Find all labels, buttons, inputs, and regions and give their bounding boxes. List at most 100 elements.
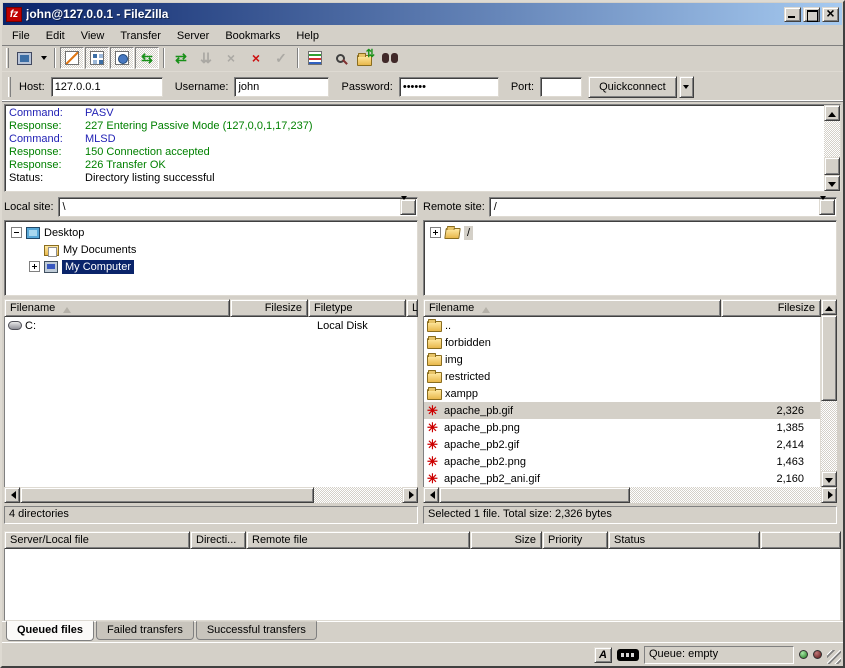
remote-vertical-scrollbar[interactable] bbox=[821, 299, 837, 487]
scroll-track[interactable] bbox=[821, 315, 837, 471]
column-header-priority[interactable]: Priority bbox=[542, 531, 608, 549]
close-button[interactable] bbox=[822, 7, 839, 22]
scroll-left-button[interactable] bbox=[423, 487, 439, 503]
local-horizontal-scrollbar[interactable] bbox=[4, 487, 418, 503]
list-item-folder[interactable]: img bbox=[424, 351, 820, 368]
scroll-up-button[interactable] bbox=[821, 299, 837, 315]
port-input[interactable] bbox=[540, 77, 582, 97]
toggle-transfer-queue-button[interactable]: ⇆ bbox=[135, 47, 159, 69]
menu-transfer[interactable]: Transfer bbox=[112, 28, 169, 44]
combo-dropdown-button[interactable] bbox=[819, 199, 835, 215]
toggle-local-tree-button[interactable] bbox=[85, 47, 109, 69]
desktop-icon bbox=[26, 227, 40, 239]
triangle-left-icon bbox=[426, 491, 435, 499]
scroll-thumb[interactable] bbox=[821, 315, 837, 401]
scroll-down-button[interactable] bbox=[824, 175, 840, 191]
scroll-thumb[interactable] bbox=[824, 157, 840, 175]
remote-site-combobox[interactable]: / bbox=[489, 197, 837, 217]
menu-edit[interactable]: Edit bbox=[38, 28, 73, 44]
column-header-filesize[interactable]: Filesize bbox=[230, 299, 308, 317]
scroll-thumb[interactable] bbox=[20, 487, 314, 503]
menu-help[interactable]: Help bbox=[288, 28, 327, 44]
speed-limit-badge-icon[interactable] bbox=[617, 649, 639, 661]
scroll-up-button[interactable] bbox=[824, 105, 840, 121]
combo-dropdown-button[interactable] bbox=[400, 199, 416, 215]
abort-button[interactable]: ✓ bbox=[269, 47, 293, 69]
host-input[interactable] bbox=[51, 77, 163, 97]
column-header-direction[interactable]: Directi... bbox=[190, 531, 246, 549]
find-files-button[interactable] bbox=[328, 47, 352, 69]
remote-horizontal-scrollbar[interactable] bbox=[423, 487, 837, 503]
scroll-track[interactable] bbox=[439, 487, 821, 503]
column-header-status[interactable]: Status bbox=[608, 531, 760, 549]
list-item-folder[interactable]: xampp bbox=[424, 385, 820, 402]
scroll-thumb[interactable] bbox=[439, 487, 630, 503]
menu-bookmarks[interactable]: Bookmarks bbox=[217, 28, 288, 44]
scroll-down-button[interactable] bbox=[821, 471, 837, 487]
local-site-combobox[interactable]: \ bbox=[58, 197, 418, 217]
scroll-right-button[interactable] bbox=[402, 487, 418, 503]
image-file-icon: ✳ bbox=[427, 422, 441, 433]
tab-successful-transfers[interactable]: Successful transfers bbox=[196, 621, 317, 640]
quickconnect-dropdown[interactable] bbox=[679, 76, 694, 98]
list-item-folder[interactable]: restricted bbox=[424, 368, 820, 385]
tree-item-my-computer[interactable]: My Computer bbox=[7, 258, 415, 275]
menu-file[interactable]: File bbox=[4, 28, 38, 44]
folder-icon bbox=[427, 389, 442, 400]
log-label: Status: bbox=[9, 172, 85, 185]
disconnect-button[interactable]: × bbox=[244, 47, 268, 69]
list-item-file[interactable]: ✳apache_pb2_ani.gif2,160 bbox=[424, 470, 820, 487]
search-button[interactable] bbox=[378, 47, 402, 69]
list-item-parent-dir[interactable]: .. bbox=[424, 317, 820, 334]
column-header-filetype[interactable]: Filetype bbox=[308, 299, 406, 317]
synchronized-browsing-button[interactable]: ⇅ bbox=[353, 47, 377, 69]
toggle-remote-tree-button[interactable] bbox=[110, 47, 134, 69]
menu-server[interactable]: Server bbox=[169, 28, 217, 44]
process-queue-button[interactable]: ⇊ bbox=[194, 47, 218, 69]
column-header-filename[interactable]: Filename bbox=[4, 299, 230, 317]
log-scrollbar[interactable] bbox=[824, 105, 840, 191]
maximize-button[interactable] bbox=[803, 7, 820, 22]
list-item-file[interactable]: ✳apache_pb2.png1,463 bbox=[424, 453, 820, 470]
toggle-message-log-button[interactable] bbox=[60, 47, 84, 69]
scroll-track[interactable] bbox=[20, 487, 402, 503]
column-header-filename[interactable]: Filename bbox=[423, 299, 721, 317]
column-header-filesize[interactable]: Filesize bbox=[721, 299, 821, 317]
column-header-server-local-file[interactable]: Server/Local file bbox=[4, 531, 190, 549]
site-manager-button[interactable] bbox=[12, 47, 36, 69]
menu-view[interactable]: View bbox=[73, 28, 113, 44]
folder-icon bbox=[427, 321, 442, 332]
tab-queued-files[interactable]: Queued files bbox=[6, 621, 94, 641]
list-item-file-selected[interactable]: ✳apache_pb.gif2,326 bbox=[424, 402, 820, 419]
transfer-type-ascii-icon[interactable]: A bbox=[594, 647, 612, 663]
file-size: 2,326 bbox=[730, 405, 820, 417]
collapse-icon[interactable] bbox=[11, 227, 22, 238]
list-item-folder[interactable]: forbidden bbox=[424, 334, 820, 351]
site-manager-dropdown[interactable] bbox=[37, 47, 50, 69]
refresh-button[interactable]: ⇄ bbox=[169, 47, 193, 69]
column-header-remote-file[interactable]: Remote file bbox=[246, 531, 470, 549]
column-header-lastmodified[interactable]: L bbox=[406, 299, 418, 317]
tree-item-desktop[interactable]: Desktop bbox=[7, 224, 415, 241]
username-input[interactable] bbox=[234, 77, 329, 97]
expand-icon[interactable] bbox=[430, 227, 441, 238]
quickconnect-button[interactable]: Quickconnect bbox=[588, 76, 677, 98]
cancel-operation-button[interactable]: × bbox=[219, 47, 243, 69]
directory-comparison-button[interactable] bbox=[303, 47, 327, 69]
scroll-track[interactable] bbox=[824, 121, 840, 175]
tree-item-my-documents[interactable]: My Documents bbox=[7, 241, 415, 258]
list-item-file[interactable]: ✳apache_pb.png1,385 bbox=[424, 419, 820, 436]
resize-grip[interactable] bbox=[827, 650, 841, 664]
tree-item-label: / bbox=[464, 226, 473, 240]
expand-icon[interactable] bbox=[29, 261, 40, 272]
column-header-empty bbox=[760, 531, 841, 549]
tab-failed-transfers[interactable]: Failed transfers bbox=[96, 621, 194, 640]
list-item-file[interactable]: ✳apache_pb2.gif2,414 bbox=[424, 436, 820, 453]
tree-item-root[interactable]: / bbox=[426, 224, 834, 241]
scroll-left-button[interactable] bbox=[4, 487, 20, 503]
column-header-size[interactable]: Size bbox=[470, 531, 542, 549]
minimize-button[interactable] bbox=[784, 7, 801, 22]
scroll-right-button[interactable] bbox=[821, 487, 837, 503]
list-item-c-drive[interactable]: C: Local Disk bbox=[5, 317, 417, 334]
password-input[interactable] bbox=[399, 77, 499, 97]
